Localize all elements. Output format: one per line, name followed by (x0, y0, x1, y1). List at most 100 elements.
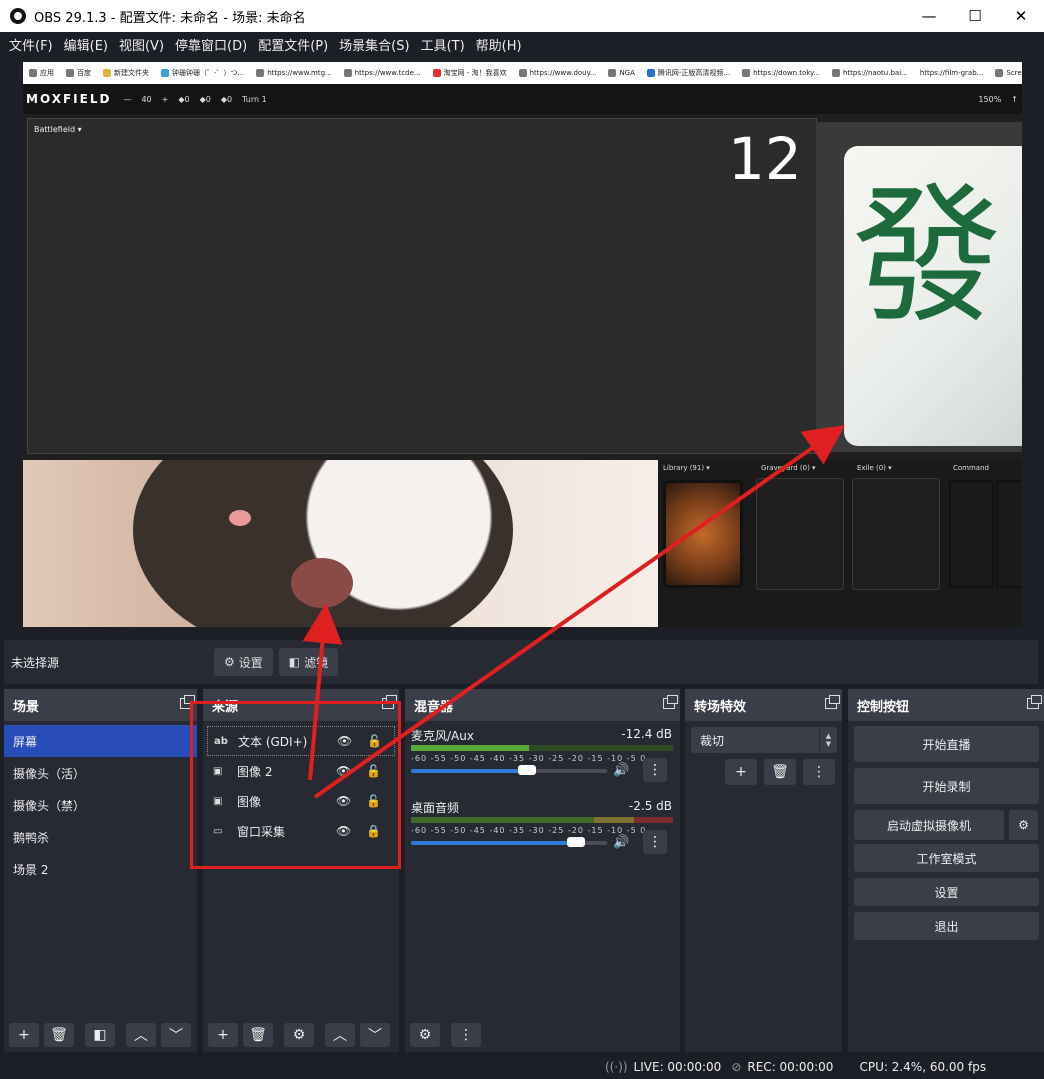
bookmark: 钟珊钟珊（゜-゜）つ... (161, 68, 244, 78)
maximize-button[interactable]: ☐ (952, 0, 998, 32)
float-dock-icon[interactable] (1027, 695, 1042, 709)
commander-card (996, 480, 1022, 588)
rec-icon: ⊘ (731, 1059, 742, 1074)
cat-image (23, 460, 658, 627)
menu-docks[interactable]: 停靠窗口(D) (170, 35, 252, 54)
float-dock-icon[interactable] (825, 695, 840, 709)
close-button[interactable]: ✕ (998, 0, 1044, 32)
source-toolbar: 未选择源 ⚙ 设置 ◧ 滤镜 (4, 640, 1038, 684)
settings-label: 设置 (238, 655, 263, 670)
add-transition-button[interactable]: + (725, 759, 757, 785)
bookmark: 应用 (29, 68, 54, 78)
move-scene-down-button[interactable]: ﹀ (161, 1023, 191, 1047)
menu-bar: 文件(F) 编辑(E) 视图(V) 停靠窗口(D) 配置文件(P) 场景集合(S… (0, 32, 1044, 56)
minimize-button[interactable]: — (906, 0, 952, 32)
scene-item[interactable]: 场景 2 (4, 853, 197, 885)
mixer-channel-desktop: 桌面音频 -2.5 dB -60 -55 -50 -45 -40 -35 -30… (405, 793, 680, 865)
channel-menu-button[interactable]: ⋮ (643, 758, 667, 782)
cat-nose (229, 510, 251, 526)
mixer-settings-button[interactable]: ⚙ (410, 1023, 440, 1047)
float-dock-icon[interactable] (663, 695, 678, 709)
up-arrow-icon: ↑ (1011, 94, 1018, 104)
filter-icon: ◧ (288, 655, 301, 669)
menu-file[interactable]: 文件(F) (4, 35, 58, 54)
menu-tools[interactable]: 工具(T) (416, 35, 470, 54)
chevron-down-icon: ﹀ (368, 1028, 382, 1044)
card-zones: Library (91) ▾ Graveyard (0) ▾ Exile (0)… (658, 460, 1022, 627)
menu-edit[interactable]: 编辑(E) (59, 35, 113, 54)
slider-knob[interactable] (517, 765, 536, 775)
bookmark: 新建文件夹 (103, 68, 149, 78)
commander-card (949, 480, 994, 588)
transition-select[interactable]: 裁切 ▲ ▼ (691, 727, 837, 753)
tile-character: 發 (852, 170, 1003, 344)
bookmark: https://down.toky... (742, 69, 820, 77)
scene-item[interactable]: 鹅鸭杀 (4, 821, 197, 853)
volume-slider[interactable] (411, 765, 607, 775)
gear-icon: ⚙ (292, 1027, 306, 1043)
audio-mixer-dock: 混音器 麦克风/Aux -12.4 dB -60 -55 -50 -45 -40… (405, 689, 680, 1052)
source-filters-button[interactable]: ◧ 滤镜 (278, 648, 339, 676)
menu-profile[interactable]: 配置文件(P) (253, 35, 333, 54)
transition-menu-button[interactable]: ⋮ (803, 759, 835, 785)
remove-transition-button[interactable]: 🗑 (764, 759, 796, 785)
exit-button[interactable]: 退出 (854, 912, 1039, 940)
add-source-button[interactable]: + (208, 1023, 238, 1047)
mixer-menu-button[interactable]: ⋮ (451, 1023, 481, 1047)
remove-source-button[interactable]: 🗑 (243, 1023, 273, 1047)
scene-filters-button[interactable]: ◧ (85, 1023, 115, 1047)
channel-menu-button[interactable]: ⋮ (643, 830, 667, 854)
source-settings-button[interactable]: ⚙ 设置 (214, 648, 273, 676)
settings-button[interactable]: 设置 (854, 878, 1039, 906)
mixer-channel-mic: 麦克风/Aux -12.4 dB -60 -55 -50 -45 -40 -35… (405, 721, 680, 793)
graveyard-zone (756, 478, 844, 590)
transitions-dock: 转场特效 裁切 ▲ ▼ + 🗑 ⋮ (685, 689, 842, 1052)
scene-item[interactable]: 摄像头（禁） (4, 789, 197, 821)
menu-scene-collection[interactable]: 场景集合(S) (334, 35, 414, 54)
trash-icon: 🗑 (50, 1027, 68, 1043)
meter-level (411, 745, 529, 751)
speaker-icon[interactable]: 🔊 (613, 835, 629, 850)
scene-item[interactable]: 屏幕 (4, 725, 197, 757)
remove-scene-button[interactable]: 🗑 (44, 1023, 74, 1047)
moxfield-toolbar: MOXFIELD — 40 + ◆0 ◆0 ◆0 Turn 1 150% ↑ (23, 84, 1022, 114)
library-card-back (663, 480, 743, 588)
meter-yellow-zone (594, 817, 634, 823)
start-virtual-camera-button[interactable]: 启动虚拟摄像机 (854, 810, 1004, 840)
menu-view[interactable]: 视图(V) (114, 35, 169, 54)
add-scene-button[interactable]: + (9, 1023, 39, 1047)
meter-green-zone (411, 817, 595, 823)
meter-ticks: -60 -55 -50 -45 -40 -35 -30 -25 -20 -15 … (411, 754, 647, 763)
move-source-up-button[interactable]: ︿ (325, 1023, 355, 1047)
energy-counter: ◆0 (199, 94, 211, 104)
start-streaming-button[interactable]: 开始直播 (854, 726, 1039, 762)
slider-knob[interactable] (566, 837, 585, 847)
bookmark: https://www.tcde... (343, 69, 421, 77)
menu-help[interactable]: 帮助(H) (471, 35, 527, 54)
studio-mode-button[interactable]: 工作室模式 (854, 844, 1039, 872)
move-scene-up-button[interactable]: ︿ (126, 1023, 156, 1047)
bookmark: https://naotu.bai... (831, 69, 908, 77)
window-title: OBS 29.1.3 - 配置文件: 未命名 - 场景: 未命名 (34, 10, 306, 26)
move-source-down-button[interactable]: ﹀ (360, 1023, 390, 1047)
life-minus: — (123, 94, 132, 104)
transitions-header: 转场特效 (685, 689, 842, 721)
preview-canvas[interactable]: 应用 百度 新建文件夹 钟珊钟珊（゜-゜）つ... https://www.mt… (23, 62, 1022, 627)
meter-red-zone (633, 817, 673, 823)
speaker-icon[interactable]: 🔊 (613, 763, 629, 778)
turn-label: Turn 1 (242, 94, 267, 104)
transition-buttons: + 🗑 ⋮ (725, 759, 840, 785)
mixer-title: 混音器 (414, 699, 454, 715)
transitions-title: 转场特效 (694, 699, 747, 715)
volume-slider[interactable] (411, 837, 607, 847)
library-label: Library (91) ▾ (663, 464, 710, 472)
start-recording-button[interactable]: 开始录制 (854, 768, 1039, 804)
exile-label: Exile (0) ▾ (857, 464, 892, 472)
experience-counter: ◆0 (220, 94, 233, 104)
scene-item[interactable]: 摄像头（活） (4, 757, 197, 789)
source-properties-button[interactable]: ⚙ (284, 1023, 314, 1047)
virtual-camera-settings-button[interactable]: ⚙ (1009, 810, 1038, 840)
bookmark: https://www.douy... (518, 69, 596, 77)
status-bar: ((·)) LIVE: 00:00:00 ⊘ REC: 00:00:00 CPU… (0, 1054, 1044, 1079)
filters-label: 滤镜 (304, 655, 329, 670)
